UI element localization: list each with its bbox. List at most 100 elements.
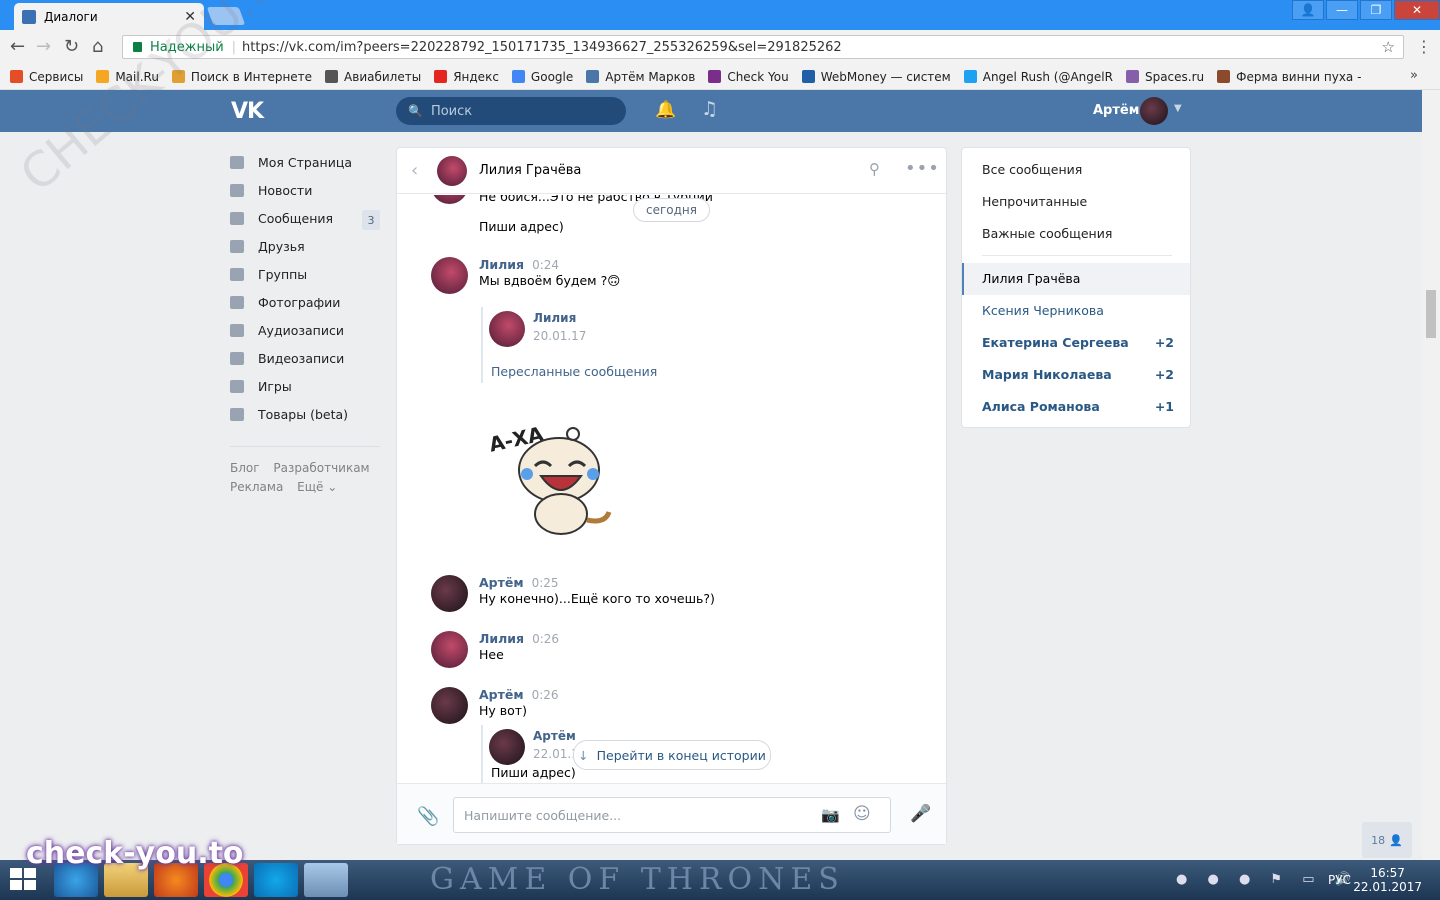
avatar[interactable] bbox=[431, 631, 468, 668]
dialog-item[interactable]: Мария Николаева bbox=[982, 367, 1112, 382]
jump-to-end-button[interactable]: ↓ Перейти в конец истории bbox=[573, 740, 771, 770]
chat-header: ‹ Лилия Грачёва ⚲ ••• bbox=[397, 148, 946, 194]
dialog-item[interactable]: Лилия Грачёва bbox=[982, 271, 1080, 286]
close-window-button[interactable]: ✕ bbox=[1394, 0, 1440, 20]
bookmark-item[interactable]: WebMoney — систем bbox=[801, 70, 951, 84]
avatar[interactable] bbox=[431, 575, 468, 612]
spaces-icon bbox=[1125, 70, 1139, 83]
search-icon[interactable]: ⚲ bbox=[869, 160, 880, 178]
avatar[interactable] bbox=[489, 311, 525, 347]
page-scrollbar[interactable] bbox=[1422, 90, 1440, 860]
start-button[interactable] bbox=[10, 868, 38, 892]
nav-item[interactable]: Товары (beta) bbox=[230, 400, 380, 428]
vk-logo-icon[interactable]: VK bbox=[231, 99, 264, 124]
avatar[interactable] bbox=[489, 729, 525, 765]
bookmark-item[interactable]: Сервисы bbox=[10, 70, 83, 84]
bookmark-item[interactable]: Ферма винни пуха - bbox=[1217, 70, 1361, 84]
bookmark-item[interactable]: Spaces.ru bbox=[1125, 70, 1204, 84]
filter-unread[interactable]: Непрочитанные bbox=[982, 194, 1087, 209]
paperclip-icon[interactable]: 📎 bbox=[417, 806, 439, 827]
microphone-icon[interactable]: 🎤 bbox=[910, 804, 931, 824]
footer-link-blog[interactable]: Блог bbox=[230, 461, 260, 475]
nav-item[interactable]: Моя Страница bbox=[230, 148, 380, 176]
forwarded-messages-link[interactable]: Пересланные сообщения bbox=[491, 364, 657, 379]
profile-button[interactable]: 👤 bbox=[1292, 0, 1324, 20]
bookmark-item[interactable]: Авиабилеты bbox=[325, 70, 421, 84]
unread-badge: 3 bbox=[362, 210, 380, 230]
forward-author[interactable]: Лилия bbox=[533, 311, 576, 325]
more-dots-icon[interactable]: ••• bbox=[905, 158, 940, 179]
peer-name[interactable]: Лилия Грачёва bbox=[479, 163, 581, 178]
online-friends-button[interactable]: 18 👤 bbox=[1362, 822, 1412, 858]
camera-icon[interactable]: 📷 bbox=[821, 806, 840, 824]
nav-item[interactable]: Аудиозаписи bbox=[230, 316, 380, 344]
wallpaper-text: GAME OF THRONES bbox=[430, 862, 845, 897]
bookmark-item[interactable]: Google bbox=[511, 70, 573, 84]
avatar[interactable] bbox=[431, 687, 468, 724]
filter-important[interactable]: Важные сообщения bbox=[982, 226, 1112, 241]
bookmark-item[interactable]: Angel Rush (@AngelR bbox=[963, 70, 1113, 84]
nav-item[interactable]: Друзья bbox=[230, 232, 380, 260]
footer-link-more[interactable]: Ещё ⌄ bbox=[297, 480, 337, 494]
language-indicator[interactable]: РУС bbox=[1328, 873, 1351, 887]
avatar[interactable] bbox=[431, 195, 468, 204]
notes-app-icon[interactable] bbox=[304, 863, 348, 897]
forward-author[interactable]: Артём bbox=[533, 729, 576, 743]
message-author[interactable]: Артём bbox=[479, 575, 524, 590]
dialog-item[interactable]: Екатерина Сергеева bbox=[982, 335, 1129, 350]
nav-item-label: Аудиозаписи bbox=[258, 322, 344, 338]
bookmark-item[interactable]: Check You bbox=[708, 70, 789, 84]
filter-all-messages[interactable]: Все сообщения bbox=[982, 162, 1082, 177]
left-navigation: Моя Страница Новости Сообщения 3 Друзья Групп… bbox=[230, 148, 380, 497]
bookmark-star-icon[interactable]: ☆ bbox=[1382, 38, 1395, 56]
home-icon[interactable]: ⌂ bbox=[92, 36, 103, 57]
music-note-icon[interactable]: ♫ bbox=[701, 98, 718, 120]
notifications-bell-icon[interactable]: 🔔 bbox=[655, 100, 676, 120]
bookmark-item[interactable]: Яндекс bbox=[434, 70, 499, 84]
browser-menu-icon[interactable]: ⋮ bbox=[1416, 37, 1432, 56]
home-icon bbox=[230, 155, 244, 169]
chevron-down-icon[interactable]: ▼ bbox=[1174, 103, 1182, 114]
peer-avatar[interactable] bbox=[437, 156, 467, 186]
nav-item[interactable]: Игры bbox=[230, 372, 380, 400]
message-author[interactable]: Лилия bbox=[479, 631, 524, 646]
dialog-item[interactable]: Ксения Черникова bbox=[982, 303, 1104, 318]
scrollbar-thumb[interactable] bbox=[1426, 290, 1436, 338]
back-arrow-icon[interactable]: ← bbox=[10, 36, 25, 57]
footer-link-dev[interactable]: Разработчикам bbox=[273, 461, 369, 475]
message-history[interactable]: Не бойся...Это не рабство в Турции Пиши … bbox=[397, 195, 946, 783]
footer-link-ads[interactable]: Реклама bbox=[230, 480, 283, 494]
sticker[interactable]: А-ХА bbox=[487, 410, 617, 540]
nav-item[interactable]: Группы bbox=[230, 260, 380, 288]
clock[interactable]: 16:57 22.01.2017 bbox=[1353, 866, 1422, 894]
message-author[interactable]: Артём bbox=[479, 687, 524, 702]
forward-arrow-icon[interactable]: → bbox=[36, 36, 51, 57]
search-input[interactable]: 🔍 Поиск bbox=[396, 97, 626, 125]
skype-icon[interactable] bbox=[254, 863, 298, 897]
emoji-icon[interactable]: ☺ bbox=[853, 804, 871, 824]
messages-icon bbox=[230, 211, 244, 225]
message-text: Ну конечно)...Ещё кого то хочешь?) bbox=[479, 591, 715, 606]
address-bar[interactable]: Надежный | https://vk.com/im?peers=22022… bbox=[122, 35, 1404, 59]
gamepad-icon bbox=[230, 379, 244, 393]
person-icon: 👤 bbox=[1389, 833, 1403, 847]
bookmark-item[interactable]: Артём Марков bbox=[586, 70, 695, 84]
nav-item-label: Моя Страница bbox=[258, 154, 352, 170]
avatar[interactable] bbox=[1140, 97, 1168, 125]
nav-item[interactable]: Сообщения 3 bbox=[230, 204, 380, 232]
nav-item[interactable]: Новости bbox=[230, 176, 380, 204]
nav-item[interactable]: Видеозаписи bbox=[230, 344, 380, 372]
maximize-button[interactable]: ❐ bbox=[1360, 0, 1392, 20]
message-author[interactable]: Лилия bbox=[479, 257, 524, 272]
tab-title: Диалоги bbox=[44, 9, 98, 24]
url-text[interactable]: https://vk.com/im?peers=220228792_150171… bbox=[242, 40, 842, 55]
bookmarks-overflow-icon[interactable]: » bbox=[1410, 68, 1418, 83]
nav-item[interactable]: Фотографии bbox=[230, 288, 380, 316]
dialog-item[interactable]: Алиса Романова bbox=[982, 399, 1100, 414]
user-name[interactable]: Артём bbox=[1093, 103, 1139, 118]
reload-icon[interactable]: ↻ bbox=[64, 36, 79, 57]
minimize-button[interactable]: — bbox=[1326, 0, 1358, 20]
avatar[interactable] bbox=[431, 257, 468, 294]
nav-item-label: Группы bbox=[258, 266, 308, 282]
back-chevron-icon[interactable]: ‹ bbox=[411, 160, 418, 181]
